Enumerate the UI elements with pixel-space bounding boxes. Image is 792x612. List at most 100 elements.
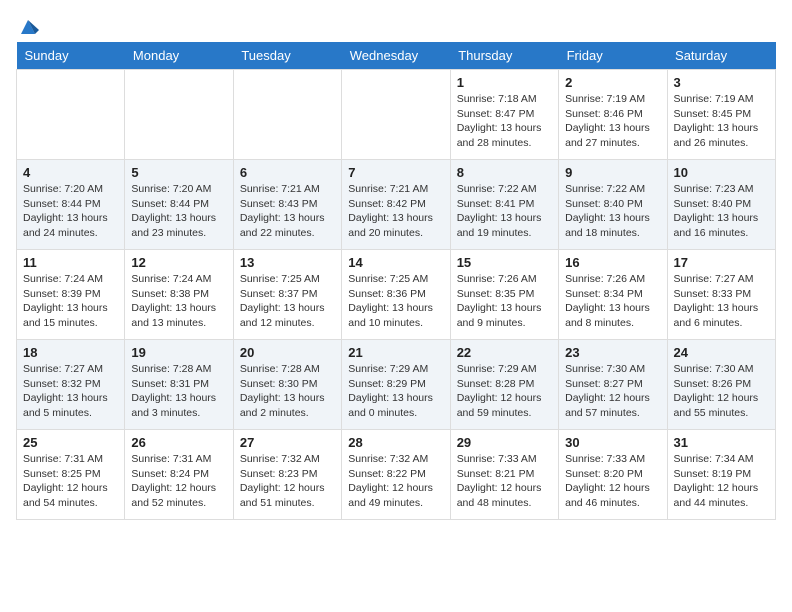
- day-of-week-header: Sunday: [17, 42, 125, 70]
- day-info: Sunrise: 7:30 AMSunset: 8:27 PMDaylight:…: [565, 362, 660, 421]
- day-number: 13: [240, 255, 335, 270]
- day-info: Sunrise: 7:29 AMSunset: 8:29 PMDaylight:…: [348, 362, 443, 421]
- day-number: 31: [674, 435, 769, 450]
- calendar-cell: 29 Sunrise: 7:33 AMSunset: 8:21 PMDayligh…: [450, 430, 558, 520]
- calendar-cell: 23 Sunrise: 7:30 AMSunset: 8:27 PMDayligh…: [559, 340, 667, 430]
- day-info: Sunrise: 7:28 AMSunset: 8:31 PMDaylight:…: [131, 362, 226, 421]
- day-number: 15: [457, 255, 552, 270]
- day-number: 19: [131, 345, 226, 360]
- calendar-cell: 8Sunrise: 7:22 AMSunset: 8:41 PMDaylight…: [450, 160, 558, 250]
- day-info: Sunrise: 7:32 AMSunset: 8:23 PMDaylight:…: [240, 452, 335, 511]
- calendar-cell: 21 Sunrise: 7:29 AMSunset: 8:29 PMDayligh…: [342, 340, 450, 430]
- day-info: Sunrise: 7:22 AMSunset: 8:40 PMDaylight:…: [565, 182, 660, 241]
- day-number: 9: [565, 165, 660, 180]
- day-number: 12: [131, 255, 226, 270]
- calendar-cell: 22Sunrise: 7:29 AMSunset: 8:28 PMDayligh…: [450, 340, 558, 430]
- day-number: 27: [240, 435, 335, 450]
- day-info: Sunrise: 7:25 AMSunset: 8:36 PMDaylight:…: [348, 272, 443, 331]
- day-info: Sunrise: 7:21 AMSunset: 8:43 PMDaylight:…: [240, 182, 335, 241]
- calendar-week-row: 18 Sunrise: 7:27 AMSunset: 8:32 PMDayligh…: [17, 340, 776, 430]
- day-number: 8: [457, 165, 552, 180]
- day-number: 21: [348, 345, 443, 360]
- calendar-cell: 4 Sunrise: 7:20 AMSunset: 8:44 PMDaylight…: [17, 160, 125, 250]
- day-info: Sunrise: 7:33 AMSunset: 8:20 PMDaylight:…: [565, 452, 660, 511]
- calendar-cell: 10Sunrise: 7:23 AMSunset: 8:40 PMDayligh…: [667, 160, 775, 250]
- header-row: SundayMondayTuesdayWednesdayThursdayFrid…: [17, 42, 776, 70]
- calendar-cell: 16Sunrise: 7:26 AMSunset: 8:34 PMDayligh…: [559, 250, 667, 340]
- calendar-cell: [342, 70, 450, 160]
- day-info: Sunrise: 7:32 AMSunset: 8:22 PMDaylight:…: [348, 452, 443, 511]
- calendar-cell: 26 Sunrise: 7:31 AMSunset: 8:24 PMDayligh…: [125, 430, 233, 520]
- day-of-week-header: Tuesday: [233, 42, 341, 70]
- day-number: 24: [674, 345, 769, 360]
- day-number: 1: [457, 75, 552, 90]
- day-number: 23: [565, 345, 660, 360]
- day-of-week-header: Saturday: [667, 42, 775, 70]
- day-number: 18: [23, 345, 118, 360]
- day-info: Sunrise: 7:24 AMSunset: 8:38 PMDaylight:…: [131, 272, 226, 331]
- day-info: Sunrise: 7:31 AMSunset: 8:24 PMDaylight:…: [131, 452, 226, 511]
- calendar-cell: [125, 70, 233, 160]
- day-info: Sunrise: 7:18 AMSunset: 8:47 PMDaylight:…: [457, 92, 552, 151]
- calendar-cell: 28Sunrise: 7:32 AMSunset: 8:22 PMDayligh…: [342, 430, 450, 520]
- day-number: 29: [457, 435, 552, 450]
- logo-icon: [17, 16, 39, 38]
- calendar-cell: 13 Sunrise: 7:25 AMSunset: 8:37 PMDayligh…: [233, 250, 341, 340]
- day-info: Sunrise: 7:27 AMSunset: 8:32 PMDaylight:…: [23, 362, 118, 421]
- day-info: Sunrise: 7:34 AMSunset: 8:19 PMDaylight:…: [674, 452, 769, 511]
- calendar-cell: [233, 70, 341, 160]
- day-info: Sunrise: 7:28 AMSunset: 8:30 PMDaylight:…: [240, 362, 335, 421]
- day-info: Sunrise: 7:20 AMSunset: 8:44 PMDaylight:…: [131, 182, 226, 241]
- calendar-cell: 24 Sunrise: 7:30 AMSunset: 8:26 PMDayligh…: [667, 340, 775, 430]
- day-of-week-header: Monday: [125, 42, 233, 70]
- day-of-week-header: Thursday: [450, 42, 558, 70]
- day-info: Sunrise: 7:33 AMSunset: 8:21 PMDaylight:…: [457, 452, 552, 511]
- day-number: 26: [131, 435, 226, 450]
- day-number: 2: [565, 75, 660, 90]
- day-info: Sunrise: 7:21 AMSunset: 8:42 PMDaylight:…: [348, 182, 443, 241]
- day-number: 5: [131, 165, 226, 180]
- day-info: Sunrise: 7:25 AMSunset: 8:37 PMDaylight:…: [240, 272, 335, 331]
- calendar-cell: 19 Sunrise: 7:28 AMSunset: 8:31 PMDayligh…: [125, 340, 233, 430]
- day-number: 25: [23, 435, 118, 450]
- calendar-cell: 7 Sunrise: 7:21 AMSunset: 8:42 PMDaylight…: [342, 160, 450, 250]
- calendar-cell: 27 Sunrise: 7:32 AMSunset: 8:23 PMDayligh…: [233, 430, 341, 520]
- day-of-week-header: Wednesday: [342, 42, 450, 70]
- calendar-cell: 17 Sunrise: 7:27 AMSunset: 8:33 PMDayligh…: [667, 250, 775, 340]
- day-info: Sunrise: 7:26 AMSunset: 8:35 PMDaylight:…: [457, 272, 552, 331]
- day-number: 22: [457, 345, 552, 360]
- day-info: Sunrise: 7:30 AMSunset: 8:26 PMDaylight:…: [674, 362, 769, 421]
- calendar-week-row: 4 Sunrise: 7:20 AMSunset: 8:44 PMDaylight…: [17, 160, 776, 250]
- day-number: 30: [565, 435, 660, 450]
- day-number: 6: [240, 165, 335, 180]
- calendar-cell: 3Sunrise: 7:19 AMSunset: 8:45 PMDaylight…: [667, 70, 775, 160]
- logo: [16, 16, 39, 34]
- day-number: 4: [23, 165, 118, 180]
- day-number: 20: [240, 345, 335, 360]
- calendar-cell: 11Sunrise: 7:24 AMSunset: 8:39 PMDayligh…: [17, 250, 125, 340]
- calendar-week-row: 25 Sunrise: 7:31 AMSunset: 8:25 PMDayligh…: [17, 430, 776, 520]
- calendar-cell: 18 Sunrise: 7:27 AMSunset: 8:32 PMDayligh…: [17, 340, 125, 430]
- calendar-cell: 25 Sunrise: 7:31 AMSunset: 8:25 PMDayligh…: [17, 430, 125, 520]
- day-info: Sunrise: 7:19 AMSunset: 8:46 PMDaylight:…: [565, 92, 660, 151]
- day-number: 10: [674, 165, 769, 180]
- calendar-cell: 5 Sunrise: 7:20 AMSunset: 8:44 PMDaylight…: [125, 160, 233, 250]
- day-number: 17: [674, 255, 769, 270]
- day-number: 7: [348, 165, 443, 180]
- calendar-cell: 30 Sunrise: 7:33 AMSunset: 8:20 PMDayligh…: [559, 430, 667, 520]
- day-info: Sunrise: 7:31 AMSunset: 8:25 PMDaylight:…: [23, 452, 118, 511]
- calendar-cell: 15 Sunrise: 7:26 AMSunset: 8:35 PMDayligh…: [450, 250, 558, 340]
- day-info: Sunrise: 7:24 AMSunset: 8:39 PMDaylight:…: [23, 272, 118, 331]
- day-info: Sunrise: 7:19 AMSunset: 8:45 PMDaylight:…: [674, 92, 769, 151]
- day-number: 14: [348, 255, 443, 270]
- calendar-cell: 14 Sunrise: 7:25 AMSunset: 8:36 PMDayligh…: [342, 250, 450, 340]
- calendar-week-row: 1 Sunrise: 7:18 AMSunset: 8:47 PMDaylight…: [17, 70, 776, 160]
- calendar-cell: [17, 70, 125, 160]
- day-of-week-header: Friday: [559, 42, 667, 70]
- calendar-table: SundayMondayTuesdayWednesdayThursdayFrid…: [16, 42, 776, 520]
- day-info: Sunrise: 7:20 AMSunset: 8:44 PMDaylight:…: [23, 182, 118, 241]
- calendar-cell: 31 Sunrise: 7:34 AMSunset: 8:19 PMDayligh…: [667, 430, 775, 520]
- calendar-cell: 6 Sunrise: 7:21 AMSunset: 8:43 PMDaylight…: [233, 160, 341, 250]
- calendar-cell: 12 Sunrise: 7:24 AMSunset: 8:38 PMDayligh…: [125, 250, 233, 340]
- day-info: Sunrise: 7:27 AMSunset: 8:33 PMDaylight:…: [674, 272, 769, 331]
